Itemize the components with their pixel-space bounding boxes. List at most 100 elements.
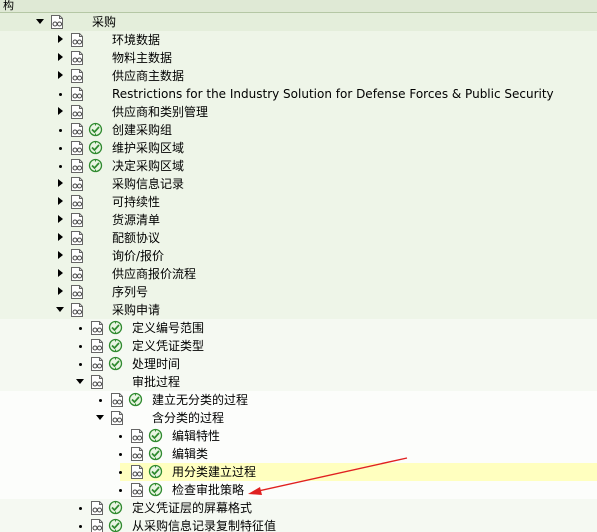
documentation-icon[interactable]	[109, 392, 125, 408]
tree-node[interactable]: 创建采购组	[0, 121, 597, 139]
tree-node[interactable]: 定义凭证层的屏幕格式	[0, 499, 597, 517]
documentation-icon[interactable]	[89, 518, 105, 532]
tree-node-label: 用分类建立过程	[172, 465, 257, 479]
tree-node[interactable]: 询价/报价	[0, 247, 597, 265]
tree-node[interactable]: 编辑特性	[0, 427, 597, 445]
documentation-icon[interactable]	[89, 356, 105, 372]
triangle-right-icon[interactable]	[56, 269, 65, 279]
tree-node[interactable]: 供应商报价流程	[0, 265, 597, 283]
triangle-down-icon[interactable]	[96, 413, 105, 423]
documentation-icon[interactable]	[89, 320, 105, 336]
tree-node[interactable]: 可持续性	[0, 193, 597, 211]
documentation-icon[interactable]	[129, 464, 145, 480]
tree-node[interactable]: 编辑类	[0, 445, 597, 463]
documentation-icon[interactable]	[69, 230, 85, 246]
tree-node-label: 维护采购区域	[112, 141, 185, 155]
tree-node[interactable]: 用分类建立过程	[119, 463, 597, 481]
tree-node-label: 供应商和类别管理	[112, 105, 209, 119]
documentation-icon[interactable]	[89, 500, 105, 516]
tree-node[interactable]: 定义编号范围	[0, 319, 597, 337]
documentation-icon[interactable]	[69, 248, 85, 264]
documentation-icon[interactable]	[89, 374, 105, 390]
tree-node[interactable]: 序列号	[0, 283, 597, 301]
documentation-icon[interactable]	[69, 212, 85, 228]
tree-node[interactable]: Restrictions for the Industry Solution f…	[0, 85, 597, 103]
documentation-icon[interactable]	[69, 302, 85, 318]
execute-clock-icon[interactable]	[148, 428, 163, 443]
tree-node-label: 编辑特性	[172, 429, 221, 443]
execute-clock-icon[interactable]	[88, 122, 103, 137]
execute-clock-icon[interactable]	[88, 140, 103, 155]
documentation-icon[interactable]	[69, 194, 85, 210]
bullet-dot-icon	[76, 503, 85, 513]
tree-node[interactable]: 处理时间	[0, 355, 597, 373]
triangle-right-icon[interactable]	[56, 107, 65, 117]
documentation-icon[interactable]	[69, 122, 85, 138]
tree-node[interactable]: 审批过程	[0, 373, 597, 391]
tree-node-label: 检查审批策略	[172, 483, 245, 497]
documentation-icon[interactable]	[69, 104, 85, 120]
execute-clock-icon[interactable]	[108, 518, 123, 532]
documentation-icon[interactable]	[109, 410, 125, 426]
tree-node[interactable]: 配额协议	[0, 229, 597, 247]
documentation-icon[interactable]	[69, 86, 85, 102]
triangle-right-icon[interactable]	[56, 71, 65, 81]
triangle-down-icon[interactable]	[36, 17, 45, 27]
tree-node-label: 物料主数据	[112, 51, 173, 65]
tree-node[interactable]: 采购	[0, 13, 597, 31]
tree-node[interactable]: 采购申请	[0, 301, 597, 319]
triangle-right-icon[interactable]	[56, 35, 65, 45]
tree-node[interactable]: 定义凭证类型	[0, 337, 597, 355]
documentation-icon[interactable]	[69, 176, 85, 192]
img-tree: 构 采购 环境数据 物料主数据 供应商主数据 Restrictions for the …	[0, 0, 597, 532]
triangle-right-icon[interactable]	[56, 233, 65, 243]
tree-node[interactable]: 采购信息记录	[0, 175, 597, 193]
triangle-down-icon[interactable]	[76, 377, 85, 387]
tree-node[interactable]: 建立无分类的过程	[0, 391, 597, 409]
documentation-icon[interactable]	[69, 140, 85, 156]
documentation-icon[interactable]	[69, 266, 85, 282]
execute-clock-icon[interactable]	[108, 356, 123, 371]
triangle-right-icon[interactable]	[56, 179, 65, 189]
bullet-dot-icon	[56, 125, 65, 135]
triangle-down-icon[interactable]	[56, 305, 65, 315]
documentation-icon[interactable]	[49, 14, 65, 30]
triangle-right-icon[interactable]	[56, 287, 65, 297]
tree-node-label: 定义凭证层的屏幕格式	[132, 501, 253, 515]
tree-node[interactable]: 检查审批策略	[0, 481, 597, 499]
tree-node[interactable]: 供应商主数据	[0, 67, 597, 85]
tree-node-label: 建立无分类的过程	[152, 393, 249, 407]
execute-clock-icon[interactable]	[108, 320, 123, 335]
tree-node[interactable]: 货源清单	[0, 211, 597, 229]
documentation-icon[interactable]	[69, 68, 85, 84]
documentation-icon[interactable]	[89, 338, 105, 354]
execute-clock-icon[interactable]	[88, 158, 103, 173]
execute-clock-icon[interactable]	[128, 392, 143, 407]
execute-clock-icon[interactable]	[108, 500, 123, 515]
execute-clock-icon[interactable]	[148, 482, 163, 497]
documentation-icon[interactable]	[69, 50, 85, 66]
triangle-right-icon[interactable]	[56, 215, 65, 225]
tree-node[interactable]: 决定采购区域	[0, 157, 597, 175]
execute-clock-icon[interactable]	[148, 464, 163, 479]
triangle-right-icon[interactable]	[56, 251, 65, 261]
tree-node[interactable]: 供应商和类别管理	[0, 103, 597, 121]
documentation-icon[interactable]	[129, 446, 145, 462]
tree-node[interactable]: 环境数据	[0, 31, 597, 49]
documentation-icon[interactable]	[69, 32, 85, 48]
documentation-icon[interactable]	[129, 482, 145, 498]
triangle-right-icon[interactable]	[56, 197, 65, 207]
tree-node[interactable]: 从采购信息记录复制特征值	[0, 517, 597, 532]
execute-clock-icon[interactable]	[108, 338, 123, 353]
tree-node-label: Restrictions for the Industry Solution f…	[112, 87, 554, 101]
documentation-icon[interactable]	[69, 284, 85, 300]
tree-node[interactable]: 维护采购区域	[0, 139, 597, 157]
documentation-icon[interactable]	[69, 158, 85, 174]
execute-clock-icon[interactable]	[148, 446, 163, 461]
tree-node-label: 编辑类	[172, 447, 209, 461]
tree-node-label: 可持续性	[112, 195, 161, 209]
triangle-right-icon[interactable]	[56, 53, 65, 63]
documentation-icon[interactable]	[129, 428, 145, 444]
tree-node[interactable]: 物料主数据	[0, 49, 597, 67]
tree-node[interactable]: 含分类的过程	[0, 409, 597, 427]
